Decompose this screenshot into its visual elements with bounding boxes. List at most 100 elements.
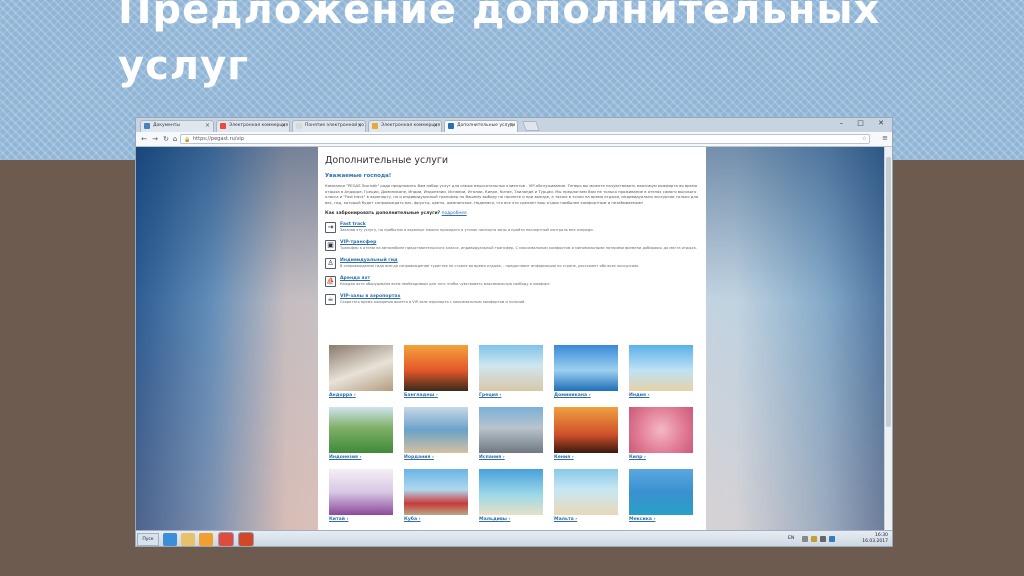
window-controls[interactable]: – □ ✕	[840, 119, 890, 127]
network-icon[interactable]	[802, 536, 808, 542]
service-description: Каждая яхта оборудована всем необходимым…	[340, 282, 551, 287]
address-bar[interactable]: 🔒 https://pegast.ru/vip ☆	[180, 134, 870, 144]
chrome-icon[interactable]	[218, 532, 234, 546]
page-content: Дополнительные услуги Уважаемые господа!…	[318, 147, 706, 530]
retro-car-photo[interactable]	[404, 469, 468, 515]
service-vip-lounge: ☕ VIP-залы в аэропортах Скоротать время …	[325, 294, 700, 307]
bags-photo[interactable]	[329, 469, 393, 515]
volume-icon[interactable]	[820, 536, 826, 542]
clock[interactable]: 16:30 16.03.2017	[862, 533, 888, 545]
destination-link[interactable]: Мексика	[629, 517, 693, 522]
scrollbar-thumb[interactable]	[886, 157, 891, 427]
tab-ecommerce-2[interactable]: Электронная коммерция ×	[368, 120, 442, 132]
destination-card[interactable]: Мальта	[554, 469, 618, 522]
destination-link[interactable]: Китай	[329, 517, 393, 522]
howto-more-link[interactable]: подробнее	[442, 211, 467, 216]
tab-label: Дополнительные услуги	[457, 123, 516, 128]
service-vip-transfer: ▣ VIP-трансфер Трансфер к отелю на автом…	[325, 240, 700, 253]
beach-woman-photo[interactable]	[629, 345, 693, 391]
destination-link[interactable]: Кения	[554, 455, 618, 460]
savanna-sunset-photo[interactable]	[554, 407, 618, 453]
ie-icon[interactable]	[163, 533, 177, 546]
forward-arrow-icon[interactable]: →	[150, 134, 160, 144]
destination-link[interactable]: Доминикана	[554, 393, 618, 398]
home-icon[interactable]: ⌂	[170, 134, 180, 144]
destination-card[interactable]: Бангладеш	[404, 345, 468, 398]
destination-link[interactable]: Индия	[629, 393, 693, 398]
menu-icon[interactable]: ≡	[882, 134, 888, 142]
petals-photo[interactable]	[629, 407, 693, 453]
pegas-icon	[448, 123, 454, 129]
yandex-icon	[220, 123, 226, 129]
destination-card[interactable]: Куба	[404, 469, 468, 522]
destination-card[interactable]: Иордания	[404, 407, 468, 460]
page-viewport: Дополнительные услуги Уважаемые господа!…	[136, 147, 886, 530]
notification-icon[interactable]	[829, 536, 835, 542]
destination-card[interactable]: Испания	[479, 407, 543, 460]
page-scrollbar[interactable]	[884, 147, 892, 530]
new-tab-button[interactable]	[522, 121, 540, 131]
destination-link[interactable]: Андорра	[329, 393, 393, 398]
tab-close-icon[interactable]: ×	[357, 121, 362, 131]
destination-link[interactable]: Испания	[479, 455, 543, 460]
howto-label: Как забронировать дополнительные услуги?	[325, 211, 441, 217]
destination-card[interactable]: Доминикана	[554, 345, 618, 398]
pier-photo[interactable]	[629, 469, 693, 515]
tab-bar: Документы × Электронная коммерция × Поня…	[136, 118, 892, 132]
palm-beach-photo[interactable]	[479, 469, 543, 515]
tray-app-icon[interactable]	[811, 536, 817, 542]
service-yacht: ⛵ Аренда яхт Каждая яхта оборудована все…	[325, 276, 700, 289]
destination-link[interactable]: Греция	[479, 393, 543, 398]
slide-title: Предложение дополнительных услуг	[118, 0, 998, 94]
destination-link[interactable]: Кипр	[629, 455, 693, 460]
lock-icon: 🔒	[184, 137, 191, 143]
destination-card[interactable]: Индонезия	[329, 407, 393, 460]
tab-close-icon[interactable]: ×	[281, 121, 286, 131]
powerpoint-icon[interactable]	[238, 532, 254, 546]
tab-documents[interactable]: Документы ×	[140, 120, 214, 132]
doc-icon	[296, 123, 302, 129]
destination-link[interactable]: Мальдивы	[479, 517, 543, 522]
destination-link[interactable]: Мальта	[554, 517, 618, 522]
destination-link[interactable]: Бангладеш	[404, 393, 468, 398]
tab-ecommerce[interactable]: Электронная коммерция ×	[216, 120, 290, 132]
tab-close-icon[interactable]: ×	[433, 121, 438, 131]
tab-label: Понятие электронной ко	[305, 123, 365, 128]
slide-title-line2: услуг	[118, 43, 250, 89]
destination-card[interactable]: Мальдивы	[479, 469, 543, 522]
bookmark-star-icon[interactable]: ☆	[862, 135, 867, 143]
destination-card[interactable]: Андорра	[329, 345, 393, 398]
temple-sunset-photo[interactable]	[404, 345, 468, 391]
pool-terrace-photo[interactable]	[479, 345, 543, 391]
language-indicator[interactable]: EN	[788, 536, 794, 541]
sea-couple-photo[interactable]	[404, 407, 468, 453]
destination-link[interactable]: Иордания	[404, 455, 468, 460]
beach-umbrellas-photo[interactable]	[554, 469, 618, 515]
destination-card[interactable]: Кения	[554, 407, 618, 460]
taskbar: Пуск EN 16:30 16.03.2017	[136, 530, 892, 546]
spa-photo[interactable]	[329, 345, 393, 391]
destination-card[interactable]: Мексика	[629, 469, 693, 522]
fast-track-icon: ⇥	[325, 222, 336, 234]
golf-photo[interactable]	[329, 407, 393, 453]
start-button[interactable]: Пуск	[137, 533, 159, 546]
service-description: В сопровождении гида всегда сопровождени…	[340, 264, 640, 269]
convertible-photo[interactable]	[479, 407, 543, 453]
catamaran-photo[interactable]	[554, 345, 618, 391]
explorer-icon[interactable]	[181, 533, 195, 546]
back-arrow-icon[interactable]: ←	[139, 134, 149, 144]
destination-link[interactable]: Индонезия	[329, 455, 393, 460]
service-description: Заказав эту услугу, по прибытии в аэропо…	[340, 228, 594, 233]
tab-close-icon[interactable]: ×	[205, 121, 210, 131]
tab-label: Документы	[153, 123, 180, 128]
tab-additional-services[interactable]: Дополнительные услуги ×	[444, 120, 518, 132]
destination-card[interactable]: Кипр	[629, 407, 693, 460]
destination-link[interactable]: Куба	[404, 517, 468, 522]
destination-card[interactable]: Греция	[479, 345, 543, 398]
tab-close-icon[interactable]: ×	[509, 121, 514, 131]
slide-title-line1: Предложение дополнительных	[118, 0, 881, 33]
destination-card[interactable]: Китай	[329, 469, 393, 522]
destination-card[interactable]: Индия	[629, 345, 693, 398]
tab-ecommerce-concept[interactable]: Понятие электронной ко ×	[292, 120, 366, 132]
media-player-icon[interactable]	[199, 533, 213, 546]
